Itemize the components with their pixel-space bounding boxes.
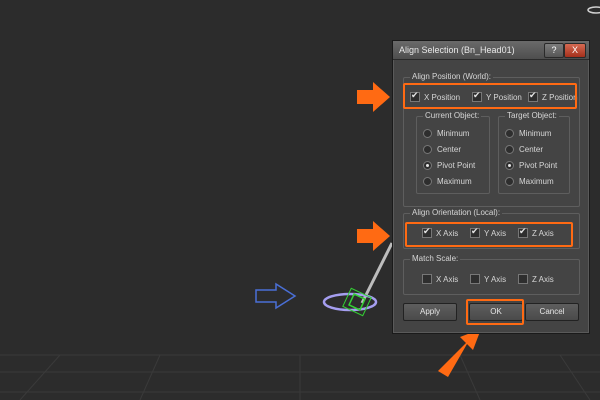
radio-label: Pivot Point [437, 161, 476, 170]
y-position-label: Y Position [486, 92, 522, 102]
radio-icon[interactable] [505, 145, 514, 154]
match-scale-group: Match Scale: X Axis Y Axis Z Axis [403, 254, 580, 295]
orient-z-label: Z Axis [532, 228, 554, 238]
radio-label: Minimum [519, 129, 552, 138]
radio-label: Maximum [519, 177, 554, 186]
radio-label: Pivot Point [519, 161, 558, 170]
radio-selected-icon[interactable] [423, 161, 432, 170]
radio-icon[interactable] [423, 129, 432, 138]
orient-z-axis-checkbox[interactable]: Z Axis [518, 226, 554, 238]
bone-link [360, 242, 394, 304]
orient-x-axis-checkbox[interactable]: X Axis [422, 226, 459, 238]
grid-lines [0, 354, 600, 400]
scale-x-axis-checkbox[interactable]: X Axis [422, 274, 458, 284]
target-object-label: Target Object: [505, 111, 559, 120]
z-position-checkbox[interactable]: Z Position [528, 90, 578, 102]
scale-z-axis-checkbox[interactable]: Z Axis [518, 274, 554, 284]
radio-label: Center [437, 145, 462, 154]
orient-y-axis-checkbox[interactable]: Y Axis [470, 226, 507, 238]
target-center-radio[interactable]: Center [505, 145, 543, 154]
dialog-title: Align Selection (Bn_Head01) [399, 45, 515, 55]
scale-x-label: X Axis [436, 274, 459, 284]
current-minimum-radio[interactable]: Minimum [423, 129, 469, 138]
radio-label: Maximum [437, 177, 472, 186]
dialog-titlebar[interactable]: Align Selection (Bn_Head01) ? X [393, 41, 589, 60]
align-position-group: Align Position (World): X Position Y Pos… [403, 72, 580, 207]
target-object-group: Target Object: Minimum Center Pivot Poin… [498, 111, 570, 194]
align-selection-dialog: Align Selection (Bn_Head01) ? X Align Po… [392, 40, 590, 334]
close-button[interactable]: X [564, 43, 586, 58]
current-maximum-radio[interactable]: Maximum [423, 177, 472, 186]
align-orientation-group: Align Orientation (Local): X Axis Y Axis… [403, 208, 580, 249]
x-position-check-icon[interactable] [410, 90, 420, 102]
apply-button[interactable]: Apply [403, 303, 457, 321]
z-position-label: Z Position [542, 92, 578, 102]
y-position-check-icon[interactable] [472, 90, 482, 102]
scale-y-check-icon[interactable] [470, 274, 480, 284]
radio-selected-icon[interactable] [505, 161, 514, 170]
radio-icon[interactable] [505, 129, 514, 138]
x-position-checkbox[interactable]: X Position [410, 90, 461, 102]
ok-button[interactable]: OK [469, 303, 523, 321]
scale-y-axis-checkbox[interactable]: Y Axis [470, 274, 506, 284]
orient-y-label: Y Axis [484, 228, 507, 238]
target-maximum-radio[interactable]: Maximum [505, 177, 554, 186]
scale-z-check-icon[interactable] [518, 274, 528, 284]
align-position-label: Align Position (World): [410, 72, 493, 81]
orient-x-check-icon[interactable] [422, 226, 432, 238]
current-pivot-point-radio[interactable]: Pivot Point [423, 161, 475, 170]
gizmo-ring-icon [587, 6, 600, 14]
orient-y-check-icon[interactable] [470, 226, 480, 238]
radio-icon[interactable] [423, 177, 432, 186]
current-center-radio[interactable]: Center [423, 145, 461, 154]
scale-x-check-icon[interactable] [422, 274, 432, 284]
y-position-checkbox[interactable]: Y Position [472, 90, 522, 102]
radio-icon[interactable] [505, 177, 514, 186]
align-orientation-label: Align Orientation (Local): [410, 208, 503, 217]
target-minimum-radio[interactable]: Minimum [505, 129, 551, 138]
current-object-group: Current Object: Minimum Center Pivot Poi… [416, 111, 490, 194]
blue-arrow-object-icon [255, 282, 297, 310]
radio-label: Center [519, 145, 544, 154]
scale-y-label: Y Axis [484, 274, 507, 284]
scale-z-label: Z Axis [532, 274, 554, 284]
radio-icon[interactable] [423, 145, 432, 154]
match-scale-label: Match Scale: [410, 254, 461, 263]
orient-z-check-icon[interactable] [518, 226, 528, 238]
target-pivot-point-radio[interactable]: Pivot Point [505, 161, 557, 170]
help-button[interactable]: ? [544, 43, 564, 58]
current-object-label: Current Object: [423, 111, 482, 120]
x-position-label: X Position [424, 92, 461, 102]
z-position-check-icon[interactable] [528, 90, 538, 102]
orient-x-label: X Axis [436, 228, 459, 238]
cancel-button[interactable]: Cancel [525, 303, 579, 321]
radio-label: Minimum [437, 129, 470, 138]
